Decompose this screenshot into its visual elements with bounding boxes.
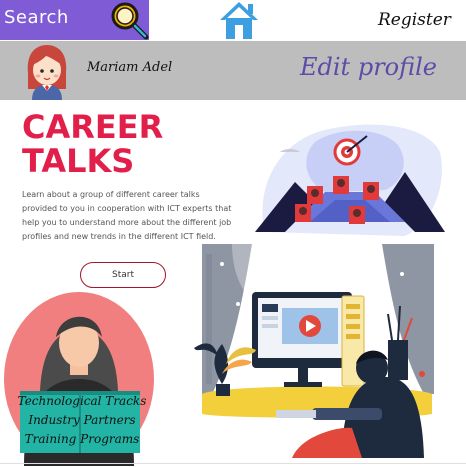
register-link[interactable]: Register (378, 10, 451, 30)
technological-tracks-link[interactable]: Technological Tracks (12, 394, 152, 408)
home-icon[interactable] (218, 0, 260, 40)
avatar[interactable] (22, 43, 72, 100)
search-label[interactable]: Search (4, 7, 69, 28)
workspace-illustration (194, 244, 434, 458)
career-talks-illustration (255, 124, 445, 236)
career-talks-description: Learn about a group of different career … (22, 190, 232, 241)
divider (0, 463, 466, 464)
start-button[interactable]: Start (80, 262, 166, 288)
edit-profile-link[interactable]: Edit profile (300, 53, 437, 81)
user-name: Mariam Adel (87, 60, 173, 75)
search-icon[interactable] (106, 0, 150, 41)
industry-partners-link[interactable]: Industry Partners (12, 413, 152, 427)
training-programs-link[interactable]: Training Programs (12, 432, 152, 446)
career-talks-title: CAREER TALKS (22, 108, 164, 180)
